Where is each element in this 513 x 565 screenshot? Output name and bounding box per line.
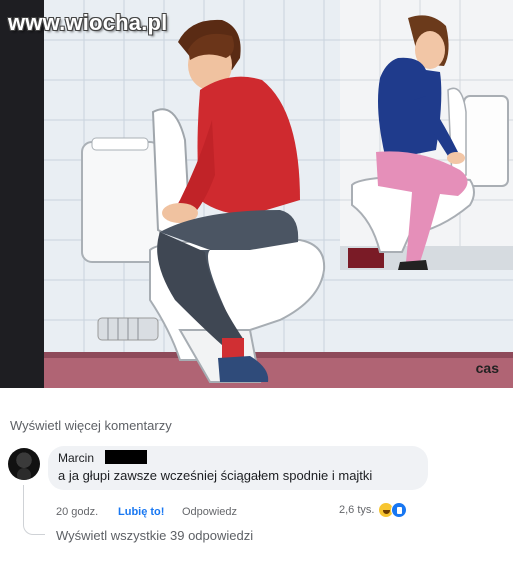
comment-bubble: Marcin a ja głupi zawsze wcześniej ściąg… [48, 446, 428, 490]
like-button[interactable]: Lubię to! [118, 506, 164, 518]
comment-timestamp[interactable]: 20 godz. [56, 506, 98, 518]
view-all-replies-link[interactable]: Wyświetl wszystkie 39 odpowiedzi [56, 528, 253, 543]
comment-author[interactable]: Marcin [58, 451, 94, 465]
avatar[interactable] [8, 448, 40, 480]
comment-text: a ja głupi zawsze wcześniej ściągałem sp… [58, 468, 373, 483]
reply-button[interactable]: Odpowiedz [182, 506, 237, 518]
illustration-art [0, 0, 513, 388]
redacted-surname-box [105, 450, 147, 464]
view-more-comments-link[interactable]: Wyświetl więcej komentarzy [10, 418, 172, 433]
reactions-summary[interactable]: 2,6 tys. [339, 502, 408, 518]
like-reaction-icon [391, 502, 408, 518]
reaction-count: 2,6 tys. [339, 504, 375, 516]
reply-thread-line [23, 485, 45, 535]
watermark-text: www.wiocha.pl [8, 10, 168, 35]
comments-section: Wyświetl więcej komentarzy Marcin a ja g… [0, 388, 513, 565]
corner-tag: cas [475, 360, 499, 376]
meme-illustration: www.wiocha.pl cas [0, 0, 513, 388]
